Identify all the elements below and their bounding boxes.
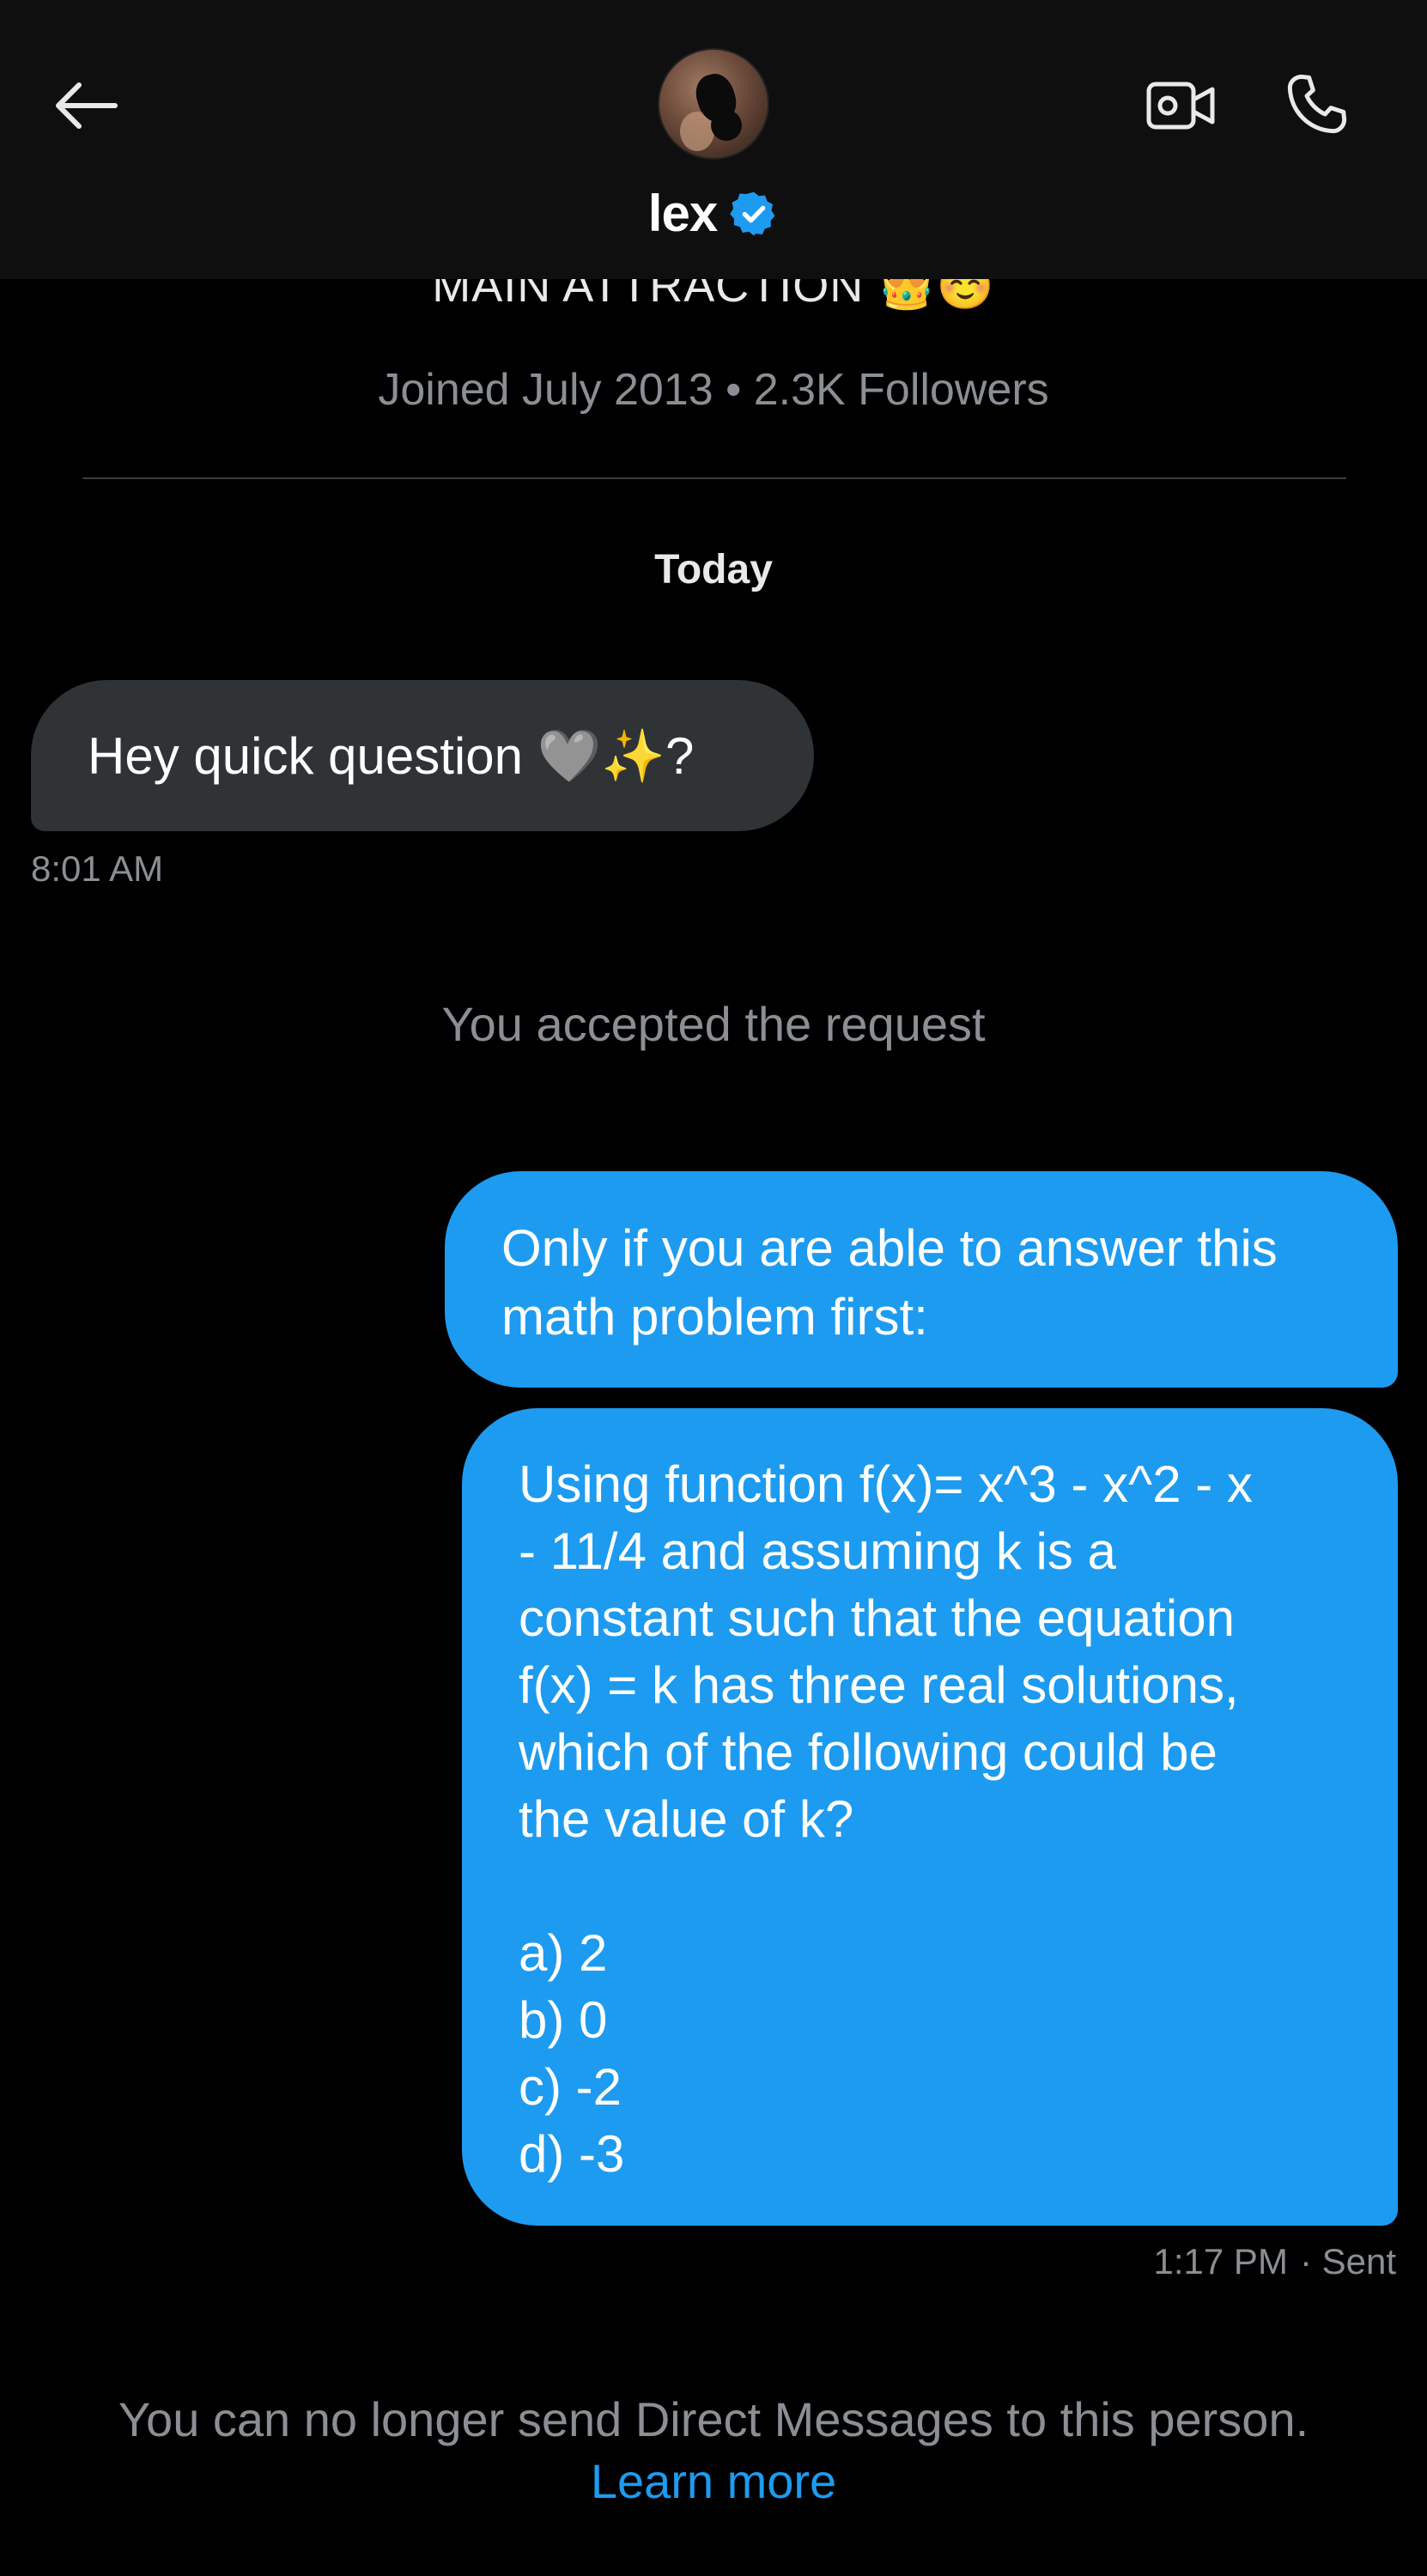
- phone-icon: [1287, 74, 1347, 134]
- back-arrow-icon: [56, 82, 118, 129]
- sent-message-text: Only if you are able to answer this math…: [501, 1219, 1278, 1346]
- answer-option: c) -2: [519, 2058, 622, 2116]
- sent-message-time: 1:17 PM: [1153, 2241, 1288, 2281]
- date-separator: Today: [654, 547, 773, 592]
- sent-message-meta: 1:17 PM · Sent: [1154, 2241, 1396, 2282]
- verified-badge-icon: [730, 191, 775, 235]
- divider: [82, 477, 1346, 479]
- sent-message-bubble[interactable]: Using function f(x)= x^3 - x^2 - x - 11/…: [462, 1408, 1398, 2226]
- profile-joined-followers: Joined July 2013 • 2.3K Followers: [378, 365, 1049, 415]
- received-message-bubble[interactable]: Hey quick question 🩶✨?: [31, 680, 814, 831]
- sent-message-line: f(x) = k has three real solutions,: [519, 1656, 1239, 1714]
- back-button[interactable]: [43, 67, 129, 144]
- sent-message-line: constant such that the equation: [519, 1589, 1235, 1647]
- answer-option: a) 2: [519, 1924, 608, 1982]
- sent-message-line: which of the following could be: [519, 1723, 1218, 1781]
- answer-option: b) 0: [519, 1991, 608, 2049]
- sent-message-bubble[interactable]: Only if you are able to answer this math…: [445, 1171, 1398, 1388]
- contact-name-row[interactable]: lex: [0, 184, 1427, 243]
- learn-more-link[interactable]: Learn more: [0, 2451, 1427, 2512]
- video-camera-icon: [1146, 82, 1215, 130]
- sent-message-line: the value of k?: [519, 1790, 854, 1848]
- contact-avatar[interactable]: [658, 48, 769, 160]
- contact-name: lex: [647, 185, 718, 242]
- dm-disabled-notice: You can no longer send Direct Messages t…: [0, 2389, 1427, 2512]
- answer-option: d) -3: [519, 2125, 625, 2183]
- sent-message-line: Using function f(x)= x^3 - x^2 - x: [519, 1455, 1253, 1513]
- dm-disabled-text: You can no longer send Direct Messages t…: [118, 2392, 1309, 2446]
- conversation-header: lex: [0, 0, 1427, 279]
- sent-status: · Sent: [1299, 2241, 1396, 2281]
- voice-call-button[interactable]: [1276, 65, 1358, 143]
- received-message-time: 8:01 AM: [31, 848, 164, 889]
- request-accepted-notice: You accepted the request: [441, 997, 986, 1051]
- received-message-text: Hey quick question 🩶✨?: [88, 726, 695, 785]
- sent-message-line: - 11/4 and assuming k is a: [519, 1522, 1116, 1580]
- video-call-button[interactable]: [1140, 67, 1223, 144]
